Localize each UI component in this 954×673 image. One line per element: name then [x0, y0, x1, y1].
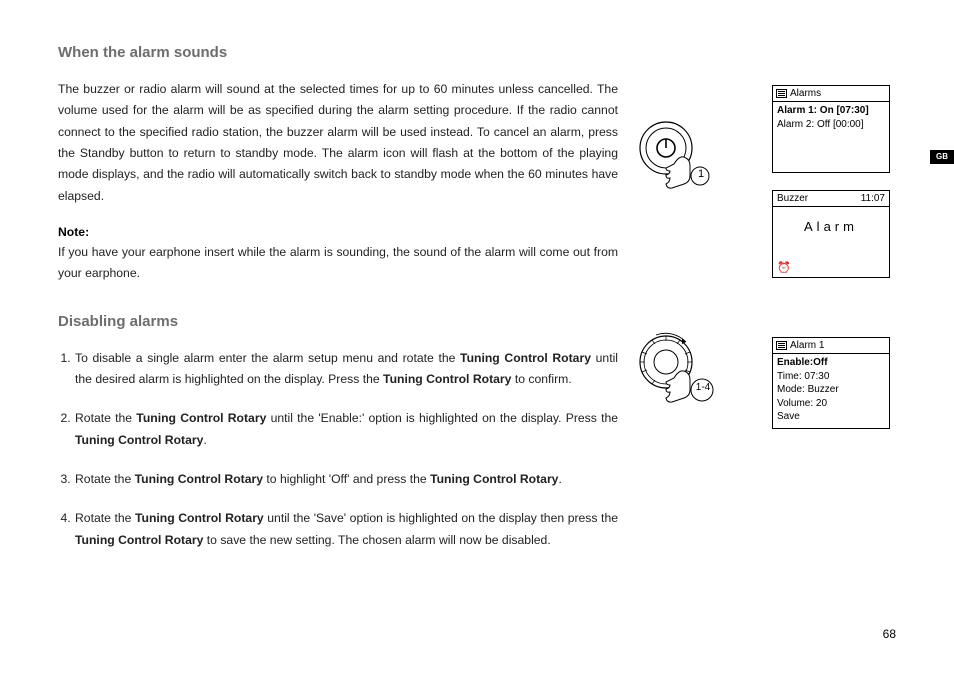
panel-alarm-1-title: Alarm 1: [790, 340, 824, 351]
step-4-text-a: Rotate the: [75, 511, 135, 525]
note-text: If you have your earphone insert while t…: [58, 242, 618, 285]
step-2-text-b: until the 'Enable:' option is highlighte…: [266, 411, 618, 425]
main-text-column: When the alarm sounds The buzzer or radi…: [58, 44, 618, 569]
page-number: 68: [883, 627, 896, 641]
alarm1-enable: Enable:Off: [777, 356, 885, 370]
panel-alarms-body: Alarm 1: On [07:30] Alarm 2: Off [00:00]: [773, 102, 889, 133]
step-1: To disable a single alarm enter the alar…: [74, 348, 618, 391]
step-2-text-c: .: [203, 433, 206, 447]
illustration-label-1: 1: [695, 168, 707, 180]
paragraph-alarm-sounds: The buzzer or radio alarm will sound at …: [58, 79, 618, 207]
step-4-text-b: until the 'Save' option is highlighted o…: [264, 511, 618, 525]
power-button-icon: [636, 118, 716, 196]
rotary-dial-icon: [636, 332, 716, 410]
list-icon: [776, 89, 787, 98]
language-tab: GB: [930, 150, 954, 164]
step-3: Rotate the Tuning Control Rotary to high…: [74, 469, 618, 490]
step-3-text-a: Rotate the: [75, 472, 135, 486]
panel-alarm-1-header: Alarm 1: [773, 338, 889, 354]
buzzer-alarm-big: Alarm: [773, 207, 889, 256]
step-4-text-c: to save the new setting. The chosen alar…: [203, 533, 550, 547]
buzzer-label: Buzzer: [777, 193, 808, 204]
tuning-control-rotary: Tuning Control Rotary: [75, 533, 203, 547]
illustration-standby-button: 1: [636, 118, 716, 196]
panel-alarm-1-body: Enable:Off Time: 07:30 Mode: Buzzer Volu…: [773, 354, 889, 426]
alarm1-mode: Mode: Buzzer: [777, 383, 885, 397]
heading-when-alarm-sounds: When the alarm sounds: [58, 44, 618, 61]
step-2-text-a: Rotate the: [75, 411, 136, 425]
panel-buzzer-header: Buzzer 11:07: [773, 191, 889, 207]
step-3-text-b: to highlight 'Off' and press the: [263, 472, 430, 486]
panel-alarms-list-header: Alarms: [773, 86, 889, 102]
alarm1-volume: Volume: 20: [777, 397, 885, 411]
step-4: Rotate the Tuning Control Rotary until t…: [74, 508, 618, 551]
panel-buzzer: Buzzer 11:07 Alarm ⏰: [772, 190, 890, 278]
alarms-row-1: Alarm 1: On [07:30]: [777, 104, 885, 118]
tuning-control-rotary: Tuning Control Rotary: [430, 472, 558, 486]
steps-list: To disable a single alarm enter the alar…: [58, 348, 618, 551]
alarm-bell-icon: ⏰: [777, 263, 791, 274]
tuning-control-rotary: Tuning Control Rotary: [135, 511, 264, 525]
step-1-text-c: to confirm.: [511, 372, 571, 386]
tuning-control-rotary: Tuning Control Rotary: [136, 411, 266, 425]
tuning-control-rotary: Tuning Control Rotary: [75, 433, 203, 447]
note-label: Note:: [58, 225, 618, 239]
alarm1-save: Save: [777, 410, 885, 424]
illustration-label-1-4: 1-4: [693, 382, 713, 393]
step-1-text-a: To disable a single alarm enter the alar…: [75, 351, 460, 365]
tuning-control-rotary: Tuning Control Rotary: [383, 372, 511, 386]
panel-alarms-list: Alarms Alarm 1: On [07:30] Alarm 2: Off …: [772, 85, 890, 173]
tuning-control-rotary: Tuning Control Rotary: [460, 351, 591, 365]
panel-alarm-1: Alarm 1 Enable:Off Time: 07:30 Mode: Buz…: [772, 337, 890, 429]
alarms-row-2: Alarm 2: Off [00:00]: [777, 118, 885, 132]
heading-disabling-alarms: Disabling alarms: [58, 313, 618, 330]
alarm1-time: Time: 07:30: [777, 370, 885, 384]
buzzer-time: 11:07: [861, 193, 885, 204]
tuning-control-rotary: Tuning Control Rotary: [135, 472, 263, 486]
illustration-tuning-rotary: 1-4: [636, 332, 716, 410]
panel-alarms-title: Alarms: [790, 88, 821, 99]
step-2: Rotate the Tuning Control Rotary until t…: [74, 408, 618, 451]
step-3-text-c: .: [558, 472, 561, 486]
list-icon: [776, 341, 787, 350]
